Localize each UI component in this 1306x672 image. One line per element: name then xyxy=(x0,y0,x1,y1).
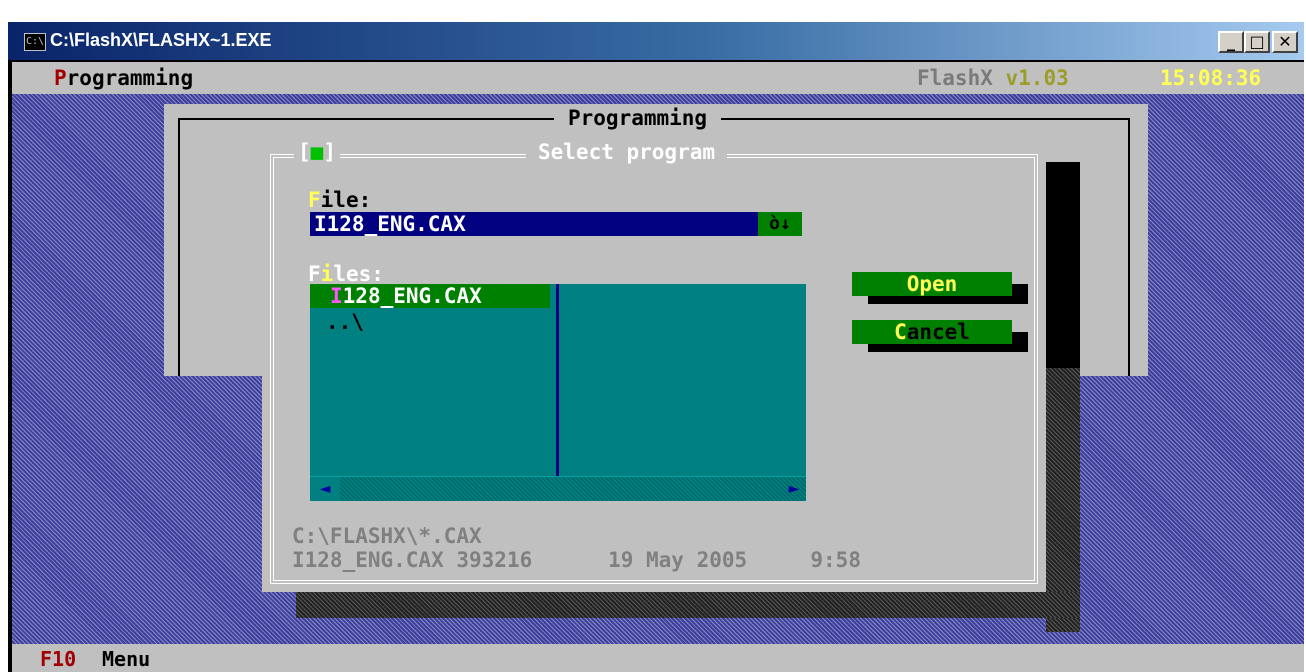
menu-programming[interactable]: Programming xyxy=(54,66,193,90)
files-label: Files: xyxy=(308,262,384,286)
window-title: C:\FlashX\FLASHX~1.EXE xyxy=(50,30,272,50)
status-menu-label[interactable]: Menu xyxy=(102,647,150,671)
file-name-input[interactable]: I128_ENG.CAX xyxy=(310,212,758,236)
files-list[interactable]: I128_ENG.CAX ..\ xyxy=(310,284,806,476)
app-version: FlashX v1.03 xyxy=(917,66,1069,90)
list-item[interactable]: I128_ENG.CAX xyxy=(310,284,550,308)
close-square-icon: ■ xyxy=(310,140,324,164)
dialog-title: Select program xyxy=(526,140,728,164)
open-button-shadow-bottom xyxy=(868,296,1028,304)
cancel-button-shadow-bottom xyxy=(868,344,1028,352)
file-info-date: 19 May 2005 xyxy=(608,548,748,572)
open-button-shadow xyxy=(1012,284,1028,296)
close-box-right: ] xyxy=(323,140,336,164)
files-label-text: les: xyxy=(333,262,384,286)
list-item-hotkey: I xyxy=(330,284,343,308)
cancel-button[interactable]: Cancel xyxy=(852,320,1012,344)
open-button-label: Open xyxy=(906,272,958,296)
menu-bar: Programming FlashX v1.03 15:08:36 xyxy=(12,62,1304,94)
console-app-icon[interactable]: C:\ xyxy=(24,33,46,51)
close-button[interactable]: ✕ xyxy=(1272,31,1298,53)
app-name: FlashX xyxy=(917,66,1006,90)
version-number: v1.03 xyxy=(1005,66,1069,90)
select-program-dialog: [■] Select program File: I128_ENG.CAX ò↓… xyxy=(262,140,1046,592)
files-horizontal-scrollbar[interactable]: ◄ ► xyxy=(310,476,806,501)
dialog-close-box[interactable]: [■] xyxy=(294,140,340,164)
menu-programming-label: rogramming xyxy=(66,66,194,90)
files-column-separator xyxy=(556,284,559,476)
scroll-right-icon[interactable]: ► xyxy=(782,477,806,501)
close-box-left: [ xyxy=(298,140,311,164)
list-item-label: 128_ENG.CAX xyxy=(342,284,482,308)
list-item[interactable]: ..\ xyxy=(326,310,364,334)
file-info: I128_ENG.CAX 393216 19 May 2005 9:58 xyxy=(292,548,861,572)
menu-programming-hotkey: P xyxy=(54,66,67,90)
dialog-shadow-solid xyxy=(1046,162,1080,368)
files-label-first: F xyxy=(308,262,321,286)
open-button[interactable]: Open xyxy=(852,272,1012,296)
programming-panel-title: Programming xyxy=(554,106,722,130)
current-path: C:\FLASHX\*.CAX xyxy=(292,524,482,548)
clock: 15:08:36 xyxy=(1160,66,1262,90)
file-label: File: xyxy=(308,188,371,212)
status-bar: F10 Menu xyxy=(12,644,1304,672)
title-bar[interactable]: C:\ C:\FlashX\FLASHX~1.EXE _ □ ✕ xyxy=(8,22,1304,60)
maximize-button[interactable]: □ xyxy=(1244,31,1270,53)
cancel-button-shadow xyxy=(1012,332,1028,344)
file-info-time: 9:58 xyxy=(810,548,861,572)
scroll-left-icon[interactable]: ◄ xyxy=(310,477,340,501)
file-info-size: 393216 xyxy=(456,548,533,572)
minimize-button[interactable]: _ xyxy=(1218,31,1244,53)
file-label-hotkey: F xyxy=(308,188,321,212)
cancel-button-hotkey: C xyxy=(894,320,907,344)
file-label-text: ile: xyxy=(320,188,372,212)
history-dropdown-icon[interactable]: ò↓ xyxy=(758,212,802,236)
console-area: Programming FlashX v1.03 15:08:36 Progra… xyxy=(12,62,1304,672)
files-label-hotkey: i xyxy=(320,262,334,286)
dialog-shadow-bottom xyxy=(296,592,1080,618)
cancel-button-label: ancel xyxy=(906,320,970,344)
status-key-f10[interactable]: F10 xyxy=(40,647,76,671)
file-info-name: I128_ENG.CAX xyxy=(292,548,444,572)
